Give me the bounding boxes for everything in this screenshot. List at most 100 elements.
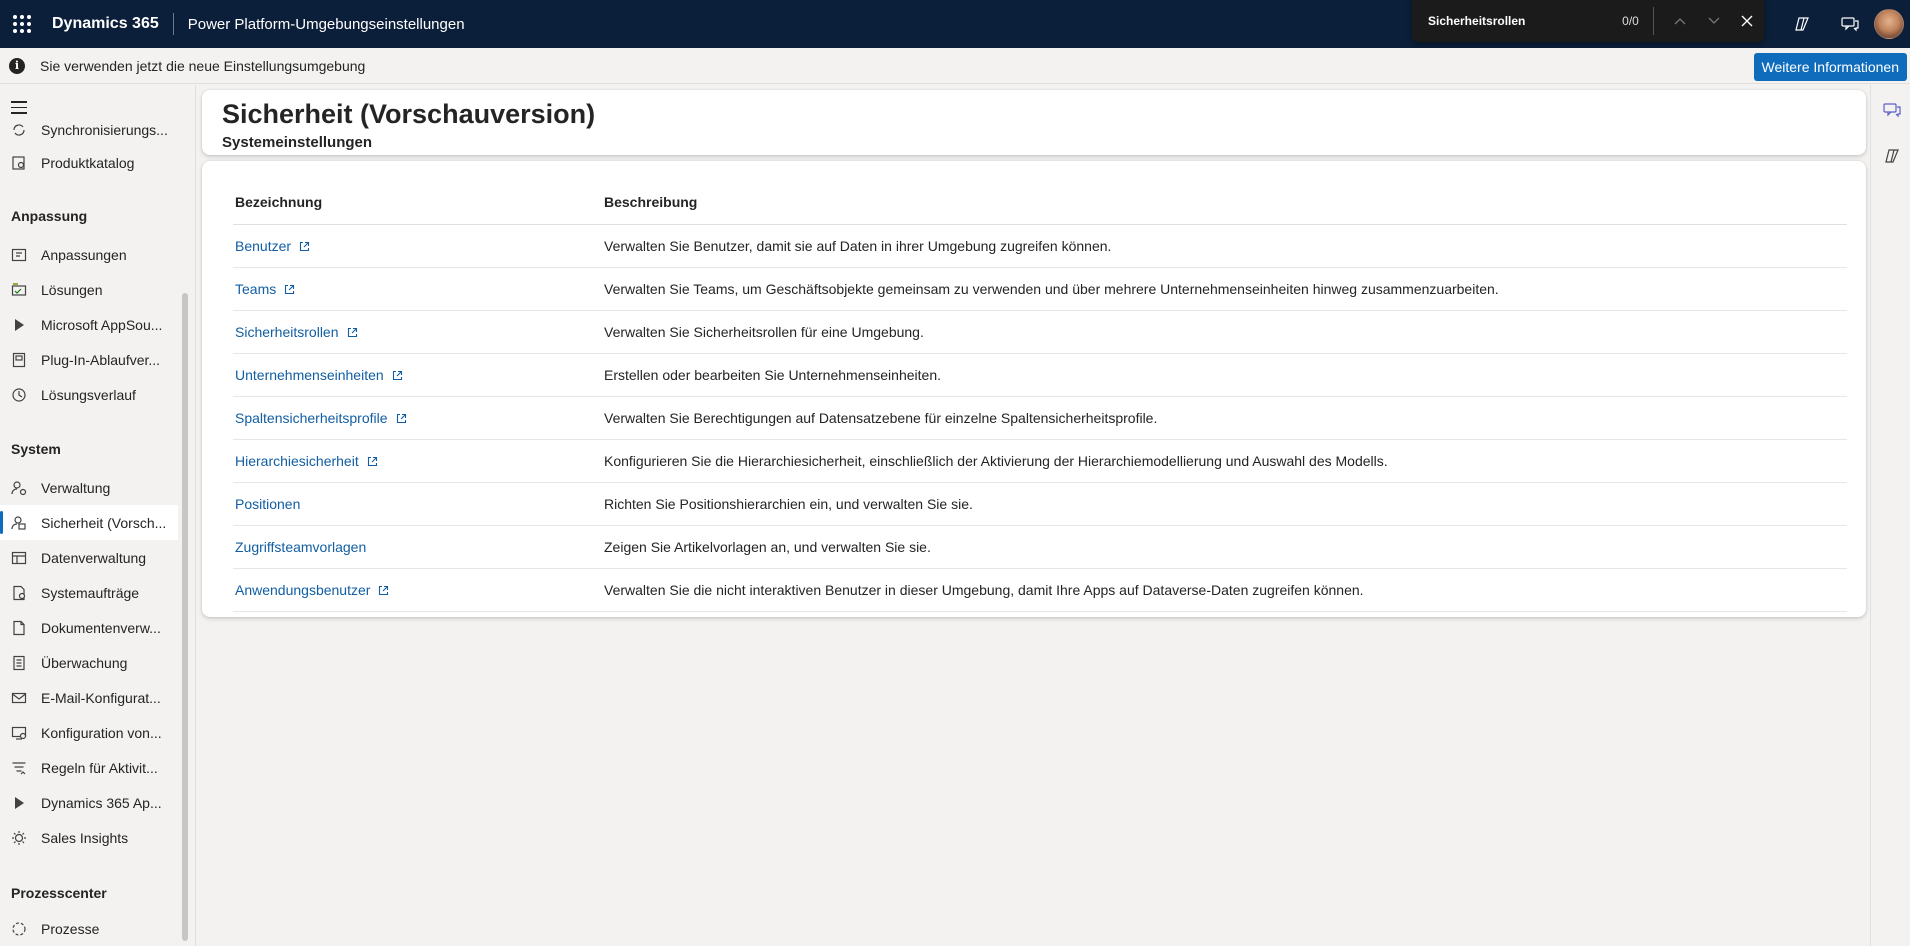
sidebar-item-verwaltung[interactable]: Verwaltung <box>0 470 178 505</box>
table-row: Teams Verwalten Sie Teams, um Geschäftsob… <box>233 268 1847 311</box>
more-info-button[interactable]: Weitere Informationen <box>1753 53 1907 81</box>
row-link[interactable]: Hierarchiesicherheit <box>235 453 378 469</box>
sidebar-item-product-catalog[interactable]: Produktkatalog <box>0 145 178 180</box>
group-prozesscenter: Prozesscenter <box>11 885 107 901</box>
table-row: Hierarchiesicherheit Konfigurieren Sie di… <box>233 440 1847 483</box>
info-text: Sie verwenden jetzt die neue Einstellung… <box>40 57 366 74</box>
sidebar-item-loesungsverlauf[interactable]: Lösungsverlauf <box>0 377 178 412</box>
sidebar-item-systemauftraege[interactable]: Systemaufträge <box>0 575 178 610</box>
row-link[interactable]: Benutzer <box>235 238 310 254</box>
external-link-icon <box>299 241 310 252</box>
sidebar-item-sync[interactable]: Synchronisierungs... <box>0 112 178 147</box>
find-bar: Sicherheitsrollen 0/0 <box>1412 0 1764 42</box>
sidebar-item-datenverwaltung[interactable]: Datenverwaltung <box>0 540 178 575</box>
chat-icon[interactable] <box>1883 101 1901 119</box>
page-subtitle: Systemeinstellungen <box>222 134 373 151</box>
mail-icon <box>11 690 27 706</box>
sidebar-item-dokumentenverwaltung[interactable]: Dokumentenverw... <box>0 610 178 645</box>
document-icon <box>11 620 27 636</box>
group-system: System <box>11 441 61 457</box>
row-link[interactable]: Sicherheitsrollen <box>235 324 358 340</box>
environment-title: Power Platform-Umgebungseinstellungen <box>187 15 465 33</box>
name-cell: Spaltensicherheitsprofile <box>233 410 604 426</box>
sidebar-item-label: Sales Insights <box>41 829 129 846</box>
table-row: Spaltensicherheitsprofile Verwalten Sie B… <box>233 397 1847 440</box>
sidebar-item-regeln[interactable]: Regeln für Aktivit... <box>0 750 178 785</box>
sidebar-item-label: Verwaltung <box>41 479 111 496</box>
right-rail <box>1870 85 1910 946</box>
column-header-name: Bezeichnung <box>235 194 323 210</box>
find-divider <box>1652 7 1654 35</box>
chat-icon[interactable] <box>1826 0 1874 48</box>
sidebar-item-appsource[interactable]: Microsoft AppSou... <box>0 307 178 342</box>
group-anpassung: Anpassung <box>11 208 88 224</box>
copilot-icon[interactable] <box>1883 147 1901 165</box>
chevron-up-icon[interactable] <box>1664 0 1697 42</box>
sidebar-item-dynamics-apps[interactable]: Dynamics 365 Ap... <box>0 785 178 820</box>
info-icon: i <box>9 57 25 74</box>
rules-icon <box>11 760 27 776</box>
appsource-icon <box>11 317 27 333</box>
name-cell: Anwendungsbenutzer <box>233 582 604 598</box>
description-cell: Richten Sie Positionshierarchien ein, un… <box>604 496 973 512</box>
sidebar-item-label: Prozesse <box>41 920 100 937</box>
row-link[interactable]: Teams <box>235 281 295 297</box>
sidebar-item-label: E-Mail-Konfigurat... <box>41 689 161 706</box>
copilot-icon[interactable] <box>1778 0 1826 48</box>
info-bar: i Sie verwenden jetzt die neue Einstellu… <box>0 48 1910 84</box>
table-header: Bezeichnung Beschreibung <box>233 161 1847 225</box>
sidebar-item-loesungen[interactable]: Lösungen <box>0 272 178 307</box>
sidebar-item-label: Anpassungen <box>41 246 127 263</box>
row-link[interactable]: Spaltensicherheitsprofile <box>235 410 407 426</box>
app-name[interactable]: Dynamics 365 <box>52 15 159 33</box>
solutions-icon <box>11 282 27 298</box>
description-cell: Verwalten Sie Sicherheitsrollen für eine… <box>604 324 924 340</box>
row-link-label: Positionen <box>235 496 301 512</box>
row-link-label: Spaltensicherheitsprofile <box>235 410 388 426</box>
row-link[interactable]: Positionen <box>235 496 300 512</box>
avatar[interactable] <box>1874 9 1904 39</box>
sidebar-item-plugin[interactable]: Plug-In-Ablaufver... <box>0 342 178 377</box>
find-input[interactable]: Sicherheitsrollen <box>1428 14 1586 28</box>
name-cell: Hierarchiesicherheit <box>233 453 604 469</box>
sync-icon <box>11 122 27 138</box>
waffle-icon[interactable] <box>0 0 44 48</box>
external-link-icon <box>396 413 407 424</box>
description-cell: Konfigurieren Sie die Hierarchiesicherhe… <box>604 453 1388 469</box>
sidebar-item-label: Systemaufträge <box>41 584 140 601</box>
close-icon[interactable] <box>1731 0 1764 42</box>
sidebar-item-label: Lösungen <box>41 281 103 298</box>
row-link[interactable]: Anwendungsbenutzer <box>235 582 389 598</box>
sidebar-item-prozesse[interactable]: Prozesse <box>0 911 178 946</box>
sidebar-item-sales-insights[interactable]: Sales Insights <box>0 820 178 855</box>
row-link-label: Anwendungsbenutzer <box>235 582 371 598</box>
sidebar-item-ueberwachung[interactable]: Überwachung <box>0 645 178 680</box>
row-link-label: Teams <box>235 281 277 297</box>
sidebar-item-anpassungen[interactable]: Anpassungen <box>0 237 178 272</box>
dynamics-icon <box>11 795 27 811</box>
name-cell: Sicherheitsrollen <box>233 324 604 340</box>
description-cell: Verwalten Sie Benutzer, damit sie auf Da… <box>604 238 1112 254</box>
sidebar-item-email[interactable]: E-Mail-Konfigurat... <box>0 680 178 715</box>
sidebar-item-label: Lösungsverlauf <box>41 386 136 403</box>
customize-icon <box>11 247 27 263</box>
security-table-card: Bezeichnung Beschreibung Benutzer Verwalt… <box>202 161 1866 617</box>
description-cell: Verwalten Sie die nicht interaktiven Ben… <box>604 582 1364 598</box>
row-link[interactable]: Zugriffsteamvorlagen <box>235 539 366 555</box>
table-row: Benutzer Verwalten Sie Benutzer, damit si… <box>233 225 1847 268</box>
external-link-icon <box>367 456 378 467</box>
row-link[interactable]: Unternehmenseinheiten <box>235 367 403 383</box>
name-cell: Benutzer <box>233 238 604 254</box>
chevron-down-icon[interactable] <box>1697 0 1730 42</box>
sidebar-item-konfiguration[interactable]: Konfiguration von... <box>0 715 178 750</box>
sidebar-scrollbar[interactable] <box>182 293 188 941</box>
sidebar-item-sicherheit[interactable]: Sicherheit (Vorsch... <box>0 505 178 540</box>
sidebar-item-label: Dokumentenverw... <box>41 619 161 636</box>
sidebar-item-label: Plug-In-Ablaufver... <box>41 351 161 368</box>
catalog-icon <box>11 155 27 171</box>
history-icon <box>11 387 27 403</box>
description-cell: Verwalten Sie Teams, um Geschäftsobjekte… <box>604 281 1499 297</box>
name-cell: Zugriffsteamvorlagen <box>233 539 604 555</box>
name-cell: Positionen <box>233 496 604 512</box>
description-cell: Verwalten Sie Berechtigungen auf Datensa… <box>604 410 1158 426</box>
